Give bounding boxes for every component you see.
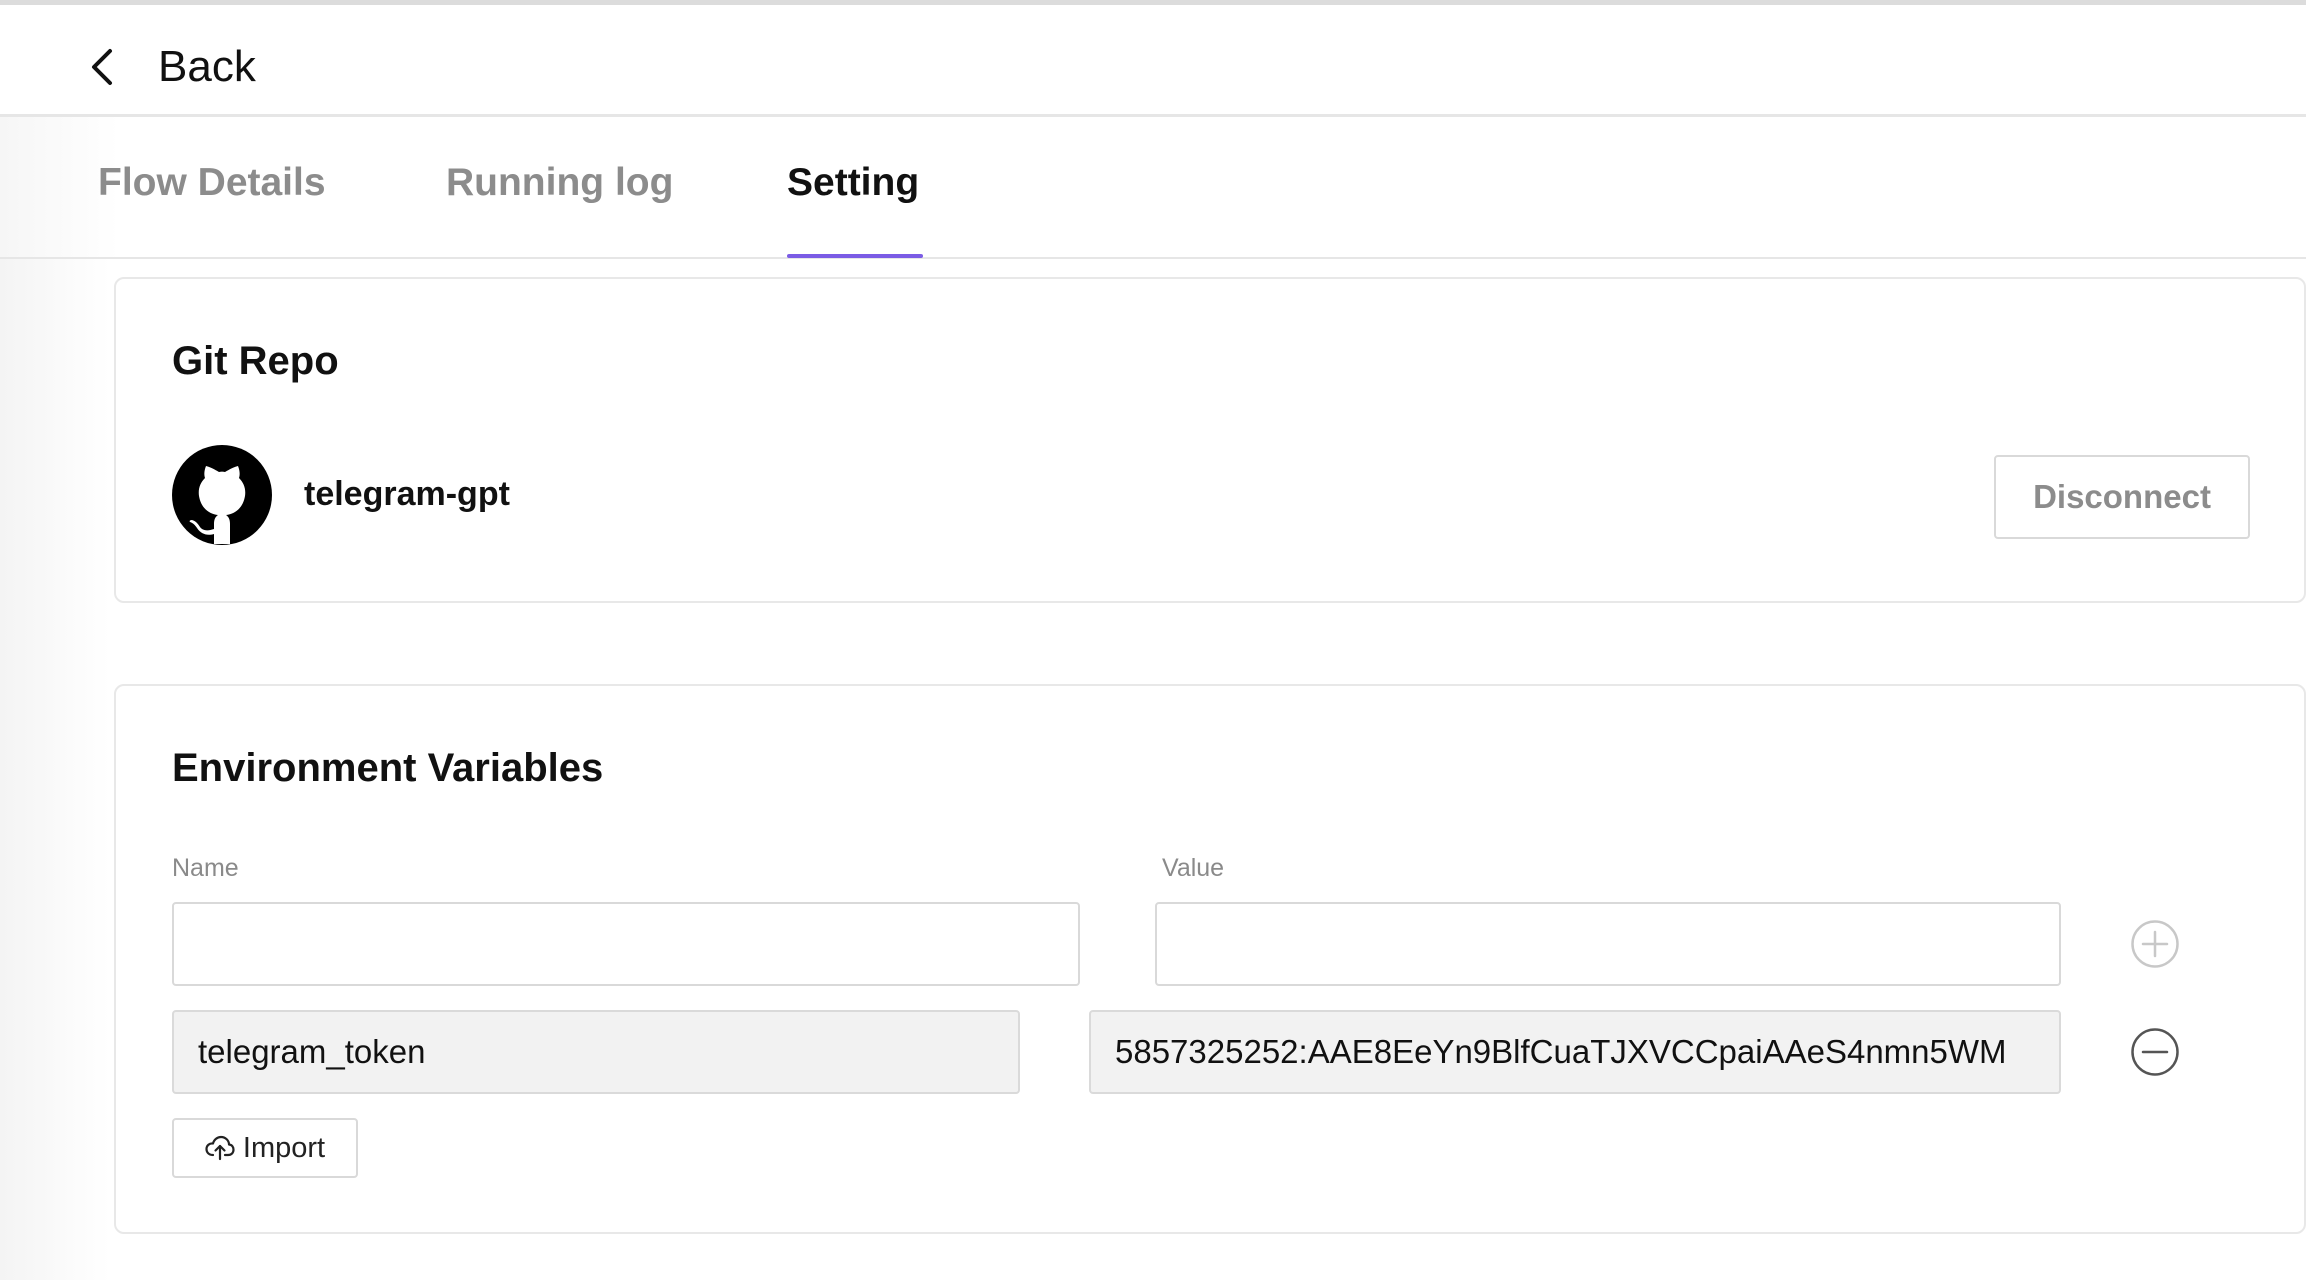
environment-variables-title: Environment Variables <box>172 746 604 790</box>
minus-circle-icon[interactable] <box>2130 1027 2180 1077</box>
settings-content: Git Repo telegram-gpt Disconnect Environ… <box>0 259 2306 1280</box>
variable-name-field[interactable]: telegram_token <box>172 1010 1020 1094</box>
git-repo-card: Git Repo telegram-gpt Disconnect <box>114 277 2306 603</box>
github-icon <box>172 445 272 545</box>
tab-running-log[interactable]: Running log <box>446 161 673 205</box>
header-bar: Back <box>0 5 2306 117</box>
git-repo-title: Git Repo <box>172 339 339 383</box>
tab-setting[interactable]: Setting <box>787 161 919 205</box>
import-label: Import <box>242 1131 326 1164</box>
chevron-left-icon <box>92 49 112 85</box>
plus-circle-icon[interactable] <box>2130 919 2180 969</box>
environment-variables-card: Environment Variables Name Value telegra… <box>114 684 2306 1234</box>
new-variable-value-input[interactable] <box>1155 902 2061 986</box>
repo-name: telegram-gpt <box>304 475 510 513</box>
tab-bar: Flow Details Running log Setting <box>0 117 2306 259</box>
tab-flow-details[interactable]: Flow Details <box>98 161 326 205</box>
import-button[interactable]: Import <box>172 1118 358 1178</box>
variable-value-field[interactable]: 5857325252:AAE8EeYn9BlfCuaTJXVCCpaiAAeS4… <box>1089 1010 2061 1094</box>
active-tab-indicator <box>787 254 923 258</box>
value-column-label: Value <box>1162 854 1225 882</box>
cloud-upload-icon <box>205 1135 235 1161</box>
disconnect-button[interactable]: Disconnect <box>1994 455 2250 539</box>
back-label: Back <box>158 42 256 91</box>
new-variable-name-input[interactable] <box>172 902 1080 986</box>
name-column-label: Name <box>172 854 239 882</box>
back-button[interactable]: Back <box>84 35 256 99</box>
